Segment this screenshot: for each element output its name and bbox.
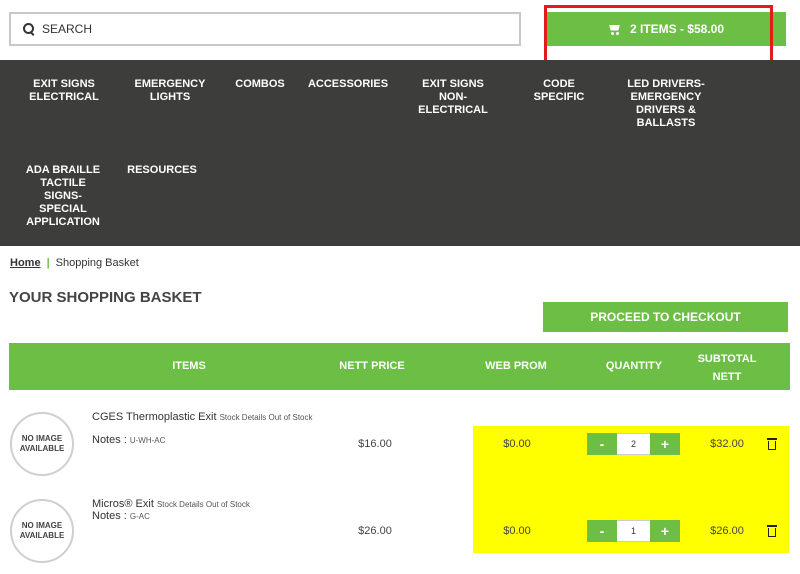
subtotal-value: $32.00 [710,438,744,450]
header-quantity: QUANTITY [605,360,663,372]
product-image-placeholder: NO IMAGE AVAILABLE [10,412,74,476]
main-nav: EXIT SIGNS ELECTRICAL EMERGENCY LIGHTS C… [0,60,800,246]
item-notes: Notes : G-AC [92,510,150,522]
nav-item-ada-braille[interactable]: ADA BRAILLE TACTILE SIGNS- SPECIAL APPLI… [20,164,106,229]
quantity-stepper: - 1 + [587,520,680,542]
breadcrumb: Home | Shopping Basket [10,257,139,269]
nav-item-resources[interactable]: RESOURCES [122,164,202,177]
web-prom-value: $0.00 [503,525,531,537]
no-image-text: NO IMAGE AVAILABLE [19,521,65,540]
header-subtotal-nett: SUBTOTAL NETT [697,353,757,383]
nav-item-code-specific[interactable]: CODE SPECIFIC [527,78,591,104]
increment-button[interactable]: + [650,433,680,455]
search-input[interactable] [42,22,482,36]
nett-price: $16.00 [358,438,392,450]
header-items: ITEMS [172,360,206,372]
trash-icon[interactable] [767,438,777,450]
notes-value: U-WH-AC [129,436,166,445]
search-box[interactable] [9,12,521,46]
breadcrumb-current: Shopping Basket [55,257,139,269]
notes-value: G-AC [129,512,150,521]
quantity-input[interactable]: 1 [617,520,650,542]
product-image-placeholder: NO IMAGE AVAILABLE [10,499,74,563]
quantity-stepper: - 2 + [587,433,680,455]
item-name[interactable]: CGES Thermoplastic Exit Stock Details Ou… [92,411,322,424]
trash-icon[interactable] [767,525,777,537]
notes-label: Notes : [92,434,127,446]
nav-item-led-drivers[interactable]: LED DRIVERS- EMERGENCY DRIVERS & BALLAST… [620,78,712,130]
nav-item-accessories[interactable]: ACCESSORIES [304,78,392,91]
quantity-input[interactable]: 2 [617,433,650,455]
nav-item-combos[interactable]: COMBOS [230,78,290,91]
item-stock-status: Stock Details Out of Stock [156,500,250,509]
nav-item-exit-signs-non-electrical[interactable]: EXIT SIGNS NON- ELECTRICAL [413,78,493,117]
nav-item-emergency-lights[interactable]: EMERGENCY LIGHTS [130,78,210,104]
search-icon [22,22,36,36]
nav-item-exit-signs-electrical[interactable]: EXIT SIGNS ELECTRICAL [25,78,103,104]
item-stock-status: Stock Details Out of Stock [219,413,313,422]
basket-table-header: ITEMS NETT PRICE WEB PROM QUANTITY SUBTO… [9,343,790,390]
page-title: YOUR SHOPPING BASKET [9,289,202,306]
web-prom-value: $0.00 [503,438,531,450]
header-nett-price: NETT PRICE [339,360,405,372]
increment-button[interactable]: + [650,520,680,542]
proceed-to-checkout-button[interactable]: PROCEED TO CHECKOUT [543,302,788,332]
decrement-button[interactable]: - [587,433,617,455]
header-web-prom: WEB PROM [485,360,547,372]
decrement-button[interactable]: - [587,520,617,542]
notes-label: Notes : [92,510,127,522]
no-image-text: NO IMAGE AVAILABLE [19,434,65,453]
cart-label: 2 ITEMS - $58.00 [629,22,725,36]
nett-price: $26.00 [358,525,392,537]
subtotal-value: $26.00 [710,525,744,537]
breadcrumb-home-link[interactable]: Home [10,257,41,269]
item-title[interactable]: Micros® Exit [92,498,154,510]
item-title[interactable]: CGES Thermoplastic Exit [92,411,217,423]
cart-button[interactable]: 2 ITEMS - $58.00 [546,12,786,46]
breadcrumb-separator: | [46,257,50,269]
cart-icon [608,24,622,35]
item-notes: Notes : U-WH-AC [92,434,165,446]
